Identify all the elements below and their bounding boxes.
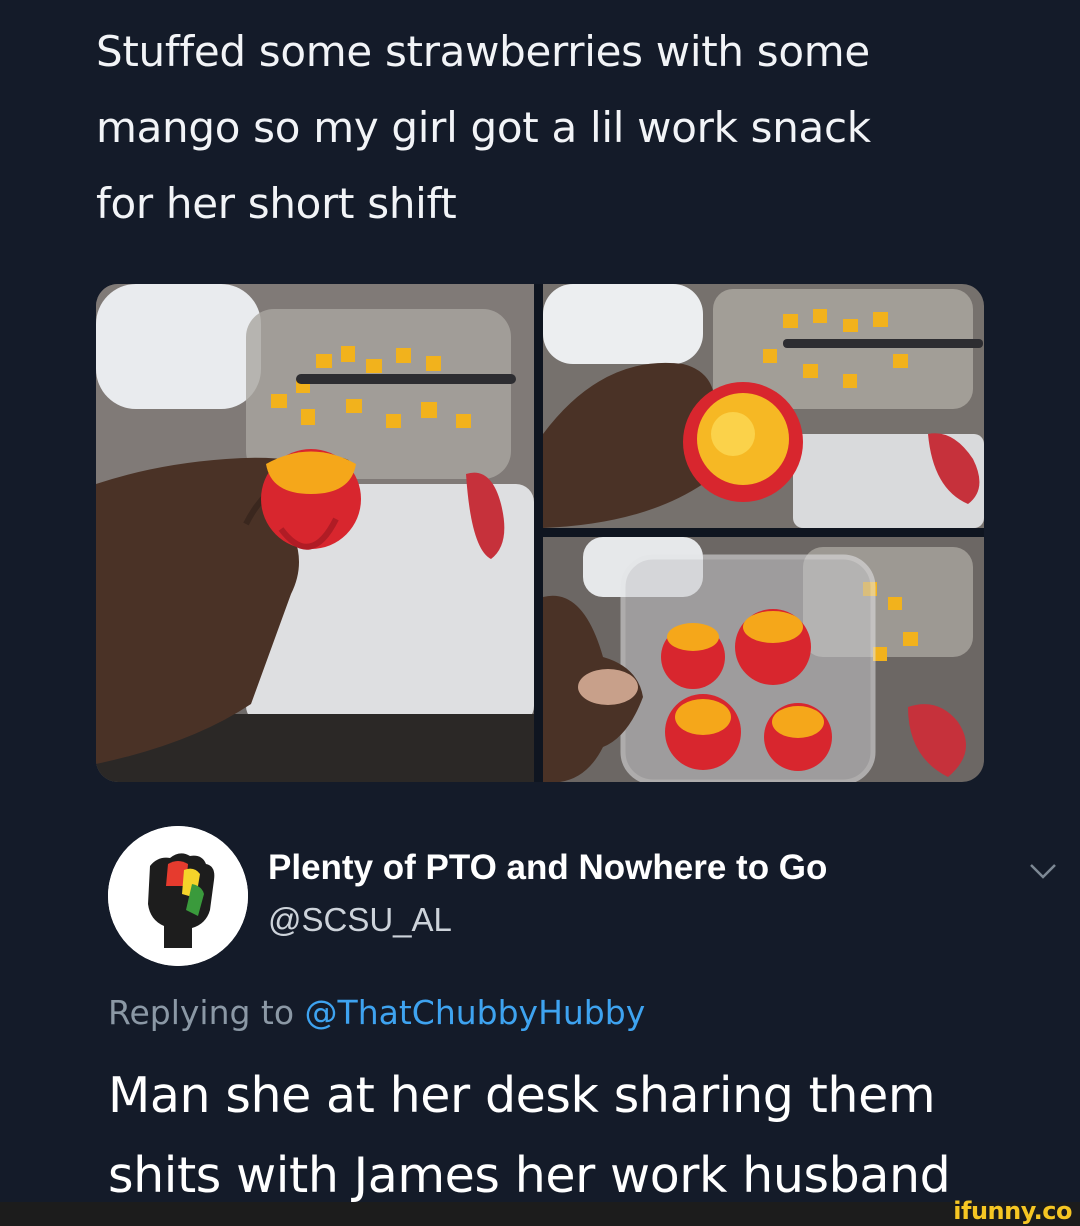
footer-bar [0, 1202, 1080, 1226]
watermark: ifunny.co [953, 1197, 1072, 1225]
photo-strawberries-container[interactable] [543, 537, 984, 782]
photo-hand-strawberry[interactable] [96, 284, 534, 782]
user-handle[interactable]: @SCSU_AL [268, 901, 452, 939]
replying-to: Replying to @ThatChubbyHubby [108, 993, 645, 1032]
replying-prefix: Replying to [108, 993, 295, 1032]
photo-strawberry-closeup[interactable] [543, 284, 984, 528]
display-name[interactable]: Plenty of PTO and Nowhere to Go [268, 848, 827, 888]
reply-text: Man she at her desk sharing them shits w… [108, 1067, 951, 1204]
raised-fist-icon [108, 826, 248, 966]
avatar[interactable] [108, 826, 248, 966]
tweet-text: Stuffed some strawberries with some mang… [96, 27, 871, 228]
chevron-down-icon[interactable] [1028, 860, 1058, 882]
media-grid[interactable] [96, 284, 984, 782]
replying-mention-link[interactable]: @ThatChubbyHubby [305, 993, 646, 1032]
